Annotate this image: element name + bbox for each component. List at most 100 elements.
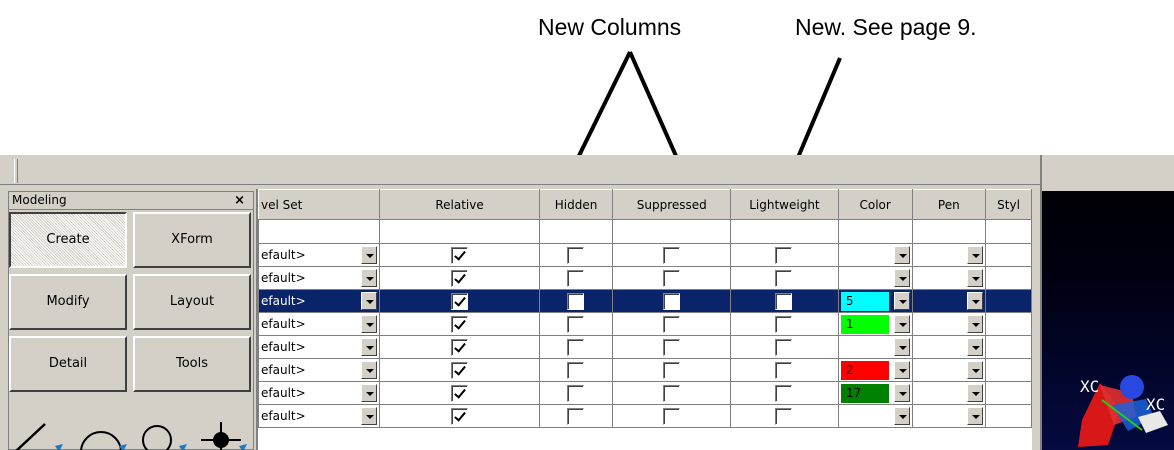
- relative-checkbox[interactable]: [450, 339, 468, 356]
- relative-checkbox[interactable]: [450, 385, 468, 402]
- table-row[interactable]: efault>: [258, 266, 1032, 290]
- hidden-checkbox[interactable]: [567, 316, 585, 333]
- suppressed-checkbox[interactable]: [662, 270, 680, 287]
- style-cell[interactable]: [985, 335, 1032, 359]
- col-header-relative[interactable]: Relative: [379, 189, 540, 220]
- lightweight-checkbox[interactable]: [775, 247, 793, 264]
- dropdown-arrow-icon[interactable]: [967, 292, 984, 310]
- col-header-pen[interactable]: Pen: [911, 189, 987, 220]
- create-button[interactable]: Create: [9, 212, 127, 268]
- pen-cell[interactable]: [911, 404, 987, 428]
- dropdown-arrow-icon[interactable]: [893, 407, 910, 425]
- style-cell[interactable]: [985, 404, 1032, 428]
- point-icon[interactable]: [201, 422, 247, 450]
- lightweight-checkbox[interactable]: [775, 408, 793, 425]
- hidden-checkbox[interactable]: [567, 270, 585, 287]
- suppressed-checkbox[interactable]: [662, 339, 680, 356]
- dropdown-arrow-icon[interactable]: [893, 269, 910, 287]
- suppressed-checkbox[interactable]: [662, 316, 680, 333]
- table-row[interactable]: efault>: [258, 243, 1032, 267]
- dropdown-arrow-icon[interactable]: [893, 246, 910, 264]
- pen-cell[interactable]: [911, 243, 987, 267]
- level-set-cell[interactable]: efault>: [258, 243, 381, 267]
- toolbar-grip[interactable]: [14, 159, 18, 183]
- col-header-lightweight[interactable]: Lightweight: [730, 189, 839, 220]
- dropdown-arrow-icon[interactable]: [361, 407, 378, 425]
- pen-cell[interactable]: [911, 266, 987, 290]
- filter-cell[interactable]: [612, 219, 732, 244]
- style-cell[interactable]: [985, 266, 1032, 290]
- filter-cell[interactable]: [730, 219, 839, 244]
- dropdown-arrow-icon[interactable]: [361, 269, 378, 287]
- suppressed-checkbox[interactable]: [662, 408, 680, 425]
- col-header-style[interactable]: Styl: [985, 189, 1032, 220]
- level-set-cell[interactable]: efault>: [258, 266, 381, 290]
- style-cell[interactable]: [985, 312, 1032, 336]
- table-row[interactable]: efault>: [258, 404, 1032, 428]
- color-cell[interactable]: [837, 335, 913, 359]
- lightweight-checkbox[interactable]: [775, 385, 793, 402]
- relative-checkbox[interactable]: [450, 408, 468, 425]
- level-set-cell[interactable]: efault>: [258, 335, 381, 359]
- filter-cell[interactable]: [911, 219, 987, 244]
- filter-cell[interactable]: [379, 219, 540, 244]
- circle-icon[interactable]: [142, 425, 187, 450]
- suppressed-checkbox[interactable]: [662, 385, 680, 402]
- xform-button[interactable]: XForm: [133, 212, 251, 268]
- dropdown-arrow-icon[interactable]: [361, 292, 378, 310]
- relative-checkbox[interactable]: [450, 362, 468, 379]
- graphics-viewport[interactable]: XC XC: [1040, 155, 1174, 450]
- color-cell[interactable]: 2: [837, 358, 913, 382]
- modify-button[interactable]: Modify: [9, 274, 127, 330]
- hidden-checkbox[interactable]: [567, 385, 585, 402]
- style-cell[interactable]: [985, 243, 1032, 267]
- tools-button[interactable]: Tools: [133, 336, 251, 392]
- filter-cell[interactable]: [538, 219, 614, 244]
- hidden-checkbox[interactable]: [567, 293, 585, 310]
- level-set-cell[interactable]: efault>: [258, 381, 381, 405]
- dropdown-arrow-icon[interactable]: [361, 338, 378, 356]
- color-cell[interactable]: [837, 404, 913, 428]
- table-row[interactable]: efault>: [258, 335, 1032, 359]
- hidden-checkbox[interactable]: [567, 339, 585, 356]
- pen-cell[interactable]: [911, 335, 987, 359]
- dropdown-arrow-icon[interactable]: [893, 292, 910, 310]
- hidden-checkbox[interactable]: [567, 408, 585, 425]
- color-cell[interactable]: [837, 266, 913, 290]
- dropdown-arrow-icon[interactable]: [967, 407, 984, 425]
- pen-cell[interactable]: [911, 358, 987, 382]
- dropdown-arrow-icon[interactable]: [967, 361, 984, 379]
- dropdown-arrow-icon[interactable]: [893, 361, 910, 379]
- table-row[interactable]: efault> 1: [258, 312, 1032, 336]
- relative-checkbox[interactable]: [450, 293, 468, 310]
- style-cell[interactable]: [985, 289, 1032, 313]
- suppressed-checkbox[interactable]: [662, 362, 680, 379]
- pen-cell[interactable]: [911, 312, 987, 336]
- level-set-cell[interactable]: efault>: [258, 358, 381, 382]
- dropdown-arrow-icon[interactable]: [893, 384, 910, 402]
- relative-checkbox[interactable]: [450, 316, 468, 333]
- filter-cell[interactable]: [837, 219, 913, 244]
- dropdown-arrow-icon[interactable]: [967, 338, 984, 356]
- filter-cell[interactable]: [258, 219, 381, 244]
- color-cell[interactable]: 1: [837, 312, 913, 336]
- arc-icon[interactable]: [80, 431, 127, 450]
- table-row[interactable]: efault> 2: [258, 358, 1032, 382]
- style-cell[interactable]: [985, 358, 1032, 382]
- relative-checkbox[interactable]: [450, 270, 468, 287]
- suppressed-checkbox[interactable]: [662, 247, 680, 264]
- lightweight-checkbox[interactable]: [775, 362, 793, 379]
- dropdown-arrow-icon[interactable]: [967, 246, 984, 264]
- lightweight-checkbox[interactable]: [775, 293, 793, 310]
- layout-button[interactable]: Layout: [133, 274, 251, 330]
- hidden-checkbox[interactable]: [567, 247, 585, 264]
- dropdown-arrow-icon[interactable]: [361, 384, 378, 402]
- lightweight-checkbox[interactable]: [775, 316, 793, 333]
- dropdown-arrow-icon[interactable]: [893, 338, 910, 356]
- table-row[interactable]: efault> 5: [258, 289, 1032, 313]
- col-header-level-set[interactable]: vel Set: [258, 189, 381, 220]
- col-header-hidden[interactable]: Hidden: [538, 189, 614, 220]
- suppressed-checkbox[interactable]: [662, 293, 680, 310]
- level-set-cell[interactable]: efault>: [258, 404, 381, 428]
- line-icon[interactable]: [15, 423, 63, 450]
